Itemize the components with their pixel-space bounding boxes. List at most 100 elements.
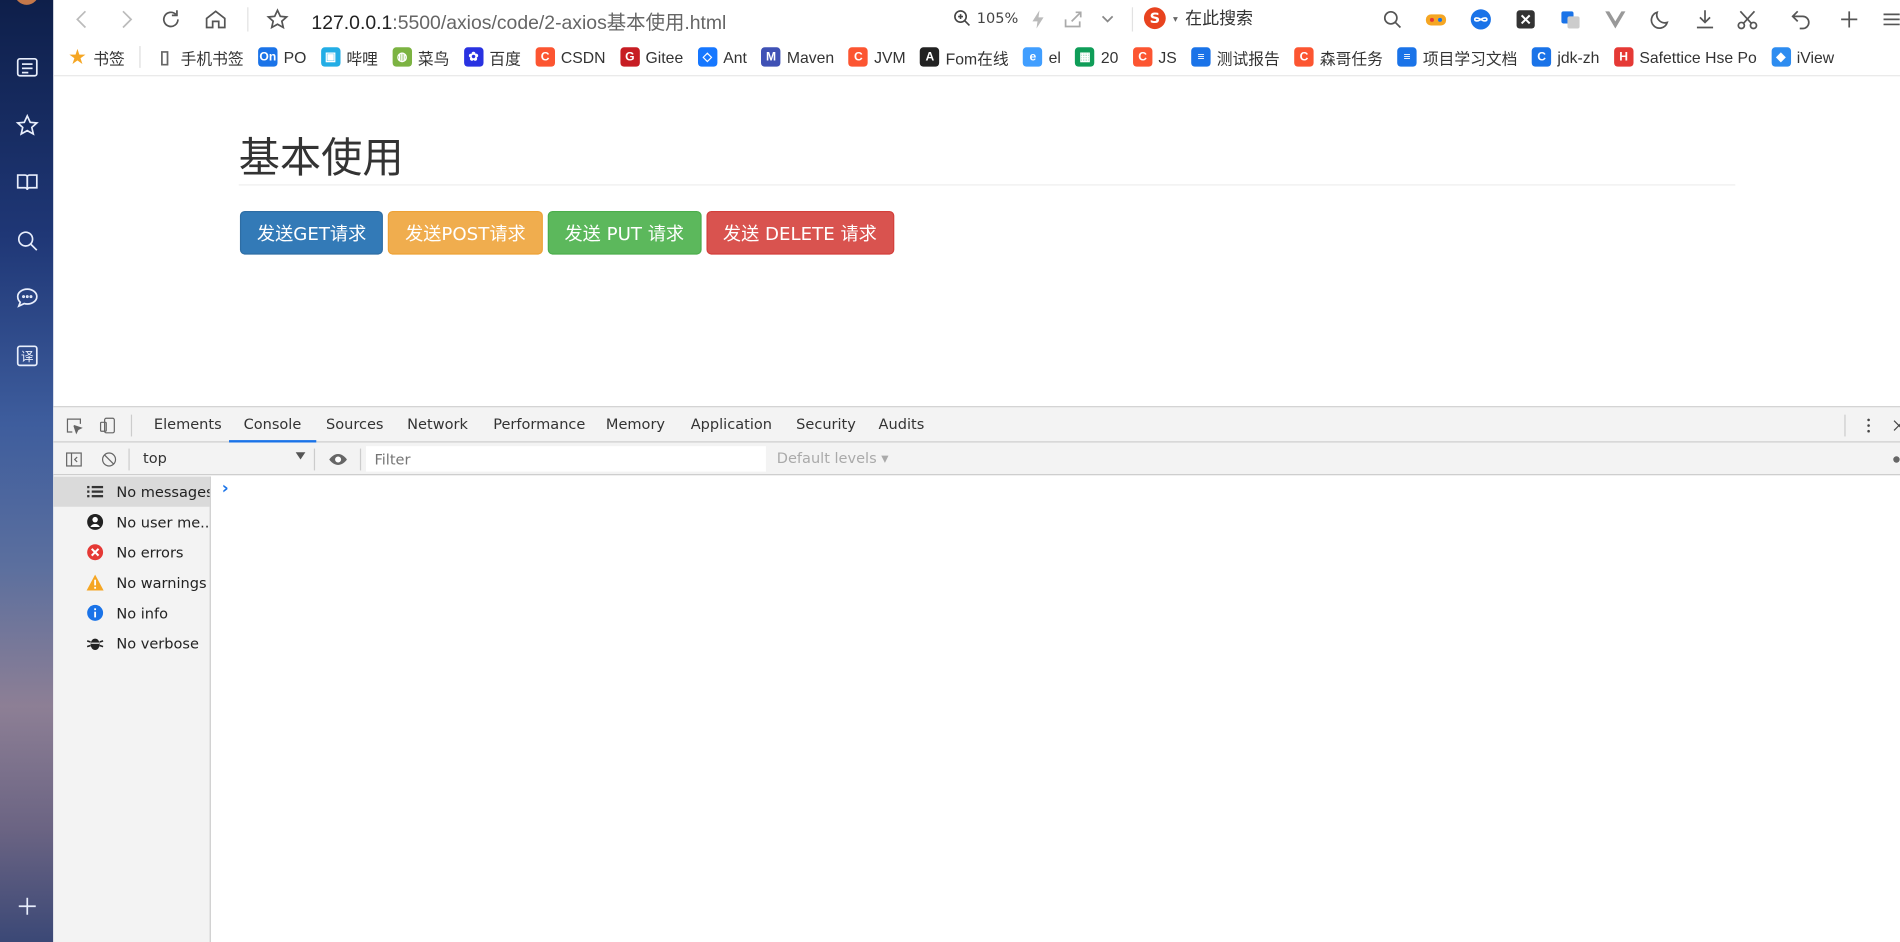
close-icon[interactable] xyxy=(1886,412,1900,439)
home-icon[interactable] xyxy=(201,5,230,34)
user-icon xyxy=(85,512,104,531)
console-output[interactable]: › xyxy=(212,476,1900,942)
c-icon: C xyxy=(1531,47,1552,67)
translate-extension-icon[interactable] xyxy=(1557,6,1584,33)
lightning-icon[interactable] xyxy=(1024,5,1053,34)
chat-icon[interactable] xyxy=(12,282,41,311)
csdn-icon: C xyxy=(848,47,869,67)
bookmark-item[interactable]: C JS xyxy=(1132,47,1177,67)
new-tab-plus-icon[interactable] xyxy=(1836,6,1863,33)
bookmark-item[interactable]: ≡ 测试报告 xyxy=(1191,45,1280,68)
tab-console[interactable]: Console xyxy=(229,407,316,443)
bookmark-item[interactable]: A Fom在线 xyxy=(920,45,1009,68)
bookmarks-bar: ★ 书签 ▯ 手机书签 On PO ▣ 哔哩 ◍ 菜鸟 ✿ 百度 C CSDN G Gitee ◇ Ant M Mav… xyxy=(53,38,1900,77)
bookmark-item[interactable]: ◆ iView xyxy=(1771,47,1834,67)
bookmark-item[interactable]: e el xyxy=(1023,47,1061,67)
game-controller-icon[interactable] xyxy=(1423,6,1450,33)
eye-icon[interactable] xyxy=(325,446,352,473)
filter-input[interactable] xyxy=(365,446,766,472)
send-post-button[interactable]: 发送POST请求 xyxy=(388,210,543,255)
tab-sources[interactable]: Sources xyxy=(311,407,398,442)
news-icon[interactable] xyxy=(12,52,41,81)
zoom-indicator[interactable]: 105% xyxy=(952,8,1018,27)
toggle-sidebar-icon[interactable] xyxy=(61,446,88,473)
device-toolbar-icon[interactable] xyxy=(95,412,122,439)
reload-icon[interactable] xyxy=(156,5,185,34)
console-prompt-icon[interactable]: › xyxy=(222,479,229,498)
tab-security[interactable]: Security xyxy=(782,407,871,442)
search-icon[interactable] xyxy=(12,226,41,255)
send-put-button[interactable]: 发送 PUT 请求 xyxy=(547,210,702,255)
bookmark-item[interactable]: G Gitee xyxy=(620,47,683,67)
forward-arrow-icon[interactable] xyxy=(111,5,140,34)
context-selector[interactable]: top xyxy=(133,446,307,470)
console-filter-item[interactable]: No info xyxy=(53,598,209,628)
bookmark-item[interactable]: ◍ 菜鸟 xyxy=(392,45,449,68)
tab-elements[interactable]: Elements xyxy=(139,407,236,442)
tab-network[interactable]: Network xyxy=(393,407,483,442)
inspect-element-icon[interactable] xyxy=(61,412,88,439)
undo-icon[interactable] xyxy=(1787,6,1814,33)
clear-console-icon[interactable] xyxy=(96,446,123,473)
vue-devtools-icon[interactable] xyxy=(1602,6,1629,33)
console-filter-item[interactable]: No verbose xyxy=(53,628,209,658)
infinity-icon[interactable] xyxy=(1467,6,1494,33)
bookmark-item[interactable]: H Safettice Hse Po xyxy=(1613,47,1757,67)
add-icon[interactable] xyxy=(12,891,41,920)
console-filter-item[interactable]: No warnings xyxy=(53,567,209,597)
bookmark-separator xyxy=(139,46,141,68)
bookmark-label: jdk-zh xyxy=(1557,47,1600,67)
tab-performance[interactable]: Performance xyxy=(479,407,600,442)
scissors-icon[interactable] xyxy=(1734,6,1761,33)
menu-icon[interactable] xyxy=(1878,6,1900,33)
devtools-tabbar: Elements Console Sources Network Performance… xyxy=(53,407,1900,443)
bookmark-item[interactable]: M Maven xyxy=(761,47,834,67)
favorites-star-icon[interactable] xyxy=(12,110,41,139)
context-value: top xyxy=(142,449,167,467)
console-filter-item[interactable]: No messages xyxy=(53,476,210,507)
bookmark-item[interactable]: ▦ 20 xyxy=(1075,47,1118,67)
bookmark-item[interactable]: ▣ 哔哩 xyxy=(320,45,378,68)
download-icon[interactable] xyxy=(1692,6,1719,33)
tab-memory[interactable]: Memory xyxy=(591,407,679,442)
console-settings-gear-icon[interactable] xyxy=(1883,446,1900,473)
bookmark-label: 项目学习文档 xyxy=(1422,49,1518,68)
bookmark-item[interactable]: ≡ 项目学习文档 xyxy=(1397,45,1517,68)
bookmark-item[interactable]: ★ 书签 xyxy=(68,45,124,68)
back-arrow-icon[interactable] xyxy=(68,5,97,34)
bookmark-item[interactable]: ◇ Ant xyxy=(697,47,747,67)
x-extension-icon[interactable] xyxy=(1512,6,1539,33)
translate-icon[interactable]: 译 xyxy=(12,341,41,370)
address-bar[interactable]: 127.0.0.1:5500/axios/code/2-axios基本使用.ht… xyxy=(311,6,726,35)
console-filter-label: No user me... xyxy=(116,513,210,531)
console-filter-item[interactable]: No user me... xyxy=(53,507,210,537)
bookmark-item[interactable]: ✿ 百度 xyxy=(463,45,521,68)
share-icon[interactable] xyxy=(1059,5,1088,34)
warning-icon xyxy=(85,573,104,592)
bookmark-star-icon[interactable] xyxy=(263,5,292,34)
gitee-icon: G xyxy=(620,47,640,67)
more-options-icon[interactable] xyxy=(1855,412,1882,439)
devtools-panel: Elements Console Sources Network Performance… xyxy=(53,406,1900,942)
bookmark-item[interactable]: C CSDN xyxy=(535,47,606,67)
send-delete-button[interactable]: 发送 DELETE 请求 xyxy=(705,210,894,255)
page-content: 基本使用 发送GET请求 发送POST请求 发送 PUT 请求 发送 DELET… xyxy=(53,76,1900,407)
bookmark-item[interactable]: ▯ 手机书签 xyxy=(155,45,244,68)
phone-icon: ▯ xyxy=(159,47,170,68)
search-icon[interactable] xyxy=(1378,5,1407,34)
send-get-button[interactable]: 发送GET请求 xyxy=(239,210,384,255)
reading-book-icon[interactable] xyxy=(12,167,41,196)
bookmark-item[interactable]: Cjdk-zh xyxy=(1531,47,1600,67)
dark-mode-moon-icon[interactable] xyxy=(1647,6,1674,33)
log-levels-dropdown[interactable]: Default levels ▾ xyxy=(777,450,889,467)
bookmark-item[interactable]: On PO xyxy=(258,47,306,67)
chevron-down-icon[interactable] xyxy=(1093,5,1122,34)
bookmark-item[interactable]: C 森哥任务 xyxy=(1294,45,1383,68)
bookmark-item[interactable]: C JVM xyxy=(848,47,906,67)
tab-application[interactable]: Application xyxy=(676,407,786,442)
search-box[interactable]: S ▾ 在此搜索 xyxy=(1143,6,1253,30)
avatar[interactable] xyxy=(14,0,39,5)
tab-audits[interactable]: Audits xyxy=(864,407,939,442)
bookmark-label: 百度 xyxy=(489,49,521,68)
console-filter-item[interactable]: No errors xyxy=(53,537,209,567)
